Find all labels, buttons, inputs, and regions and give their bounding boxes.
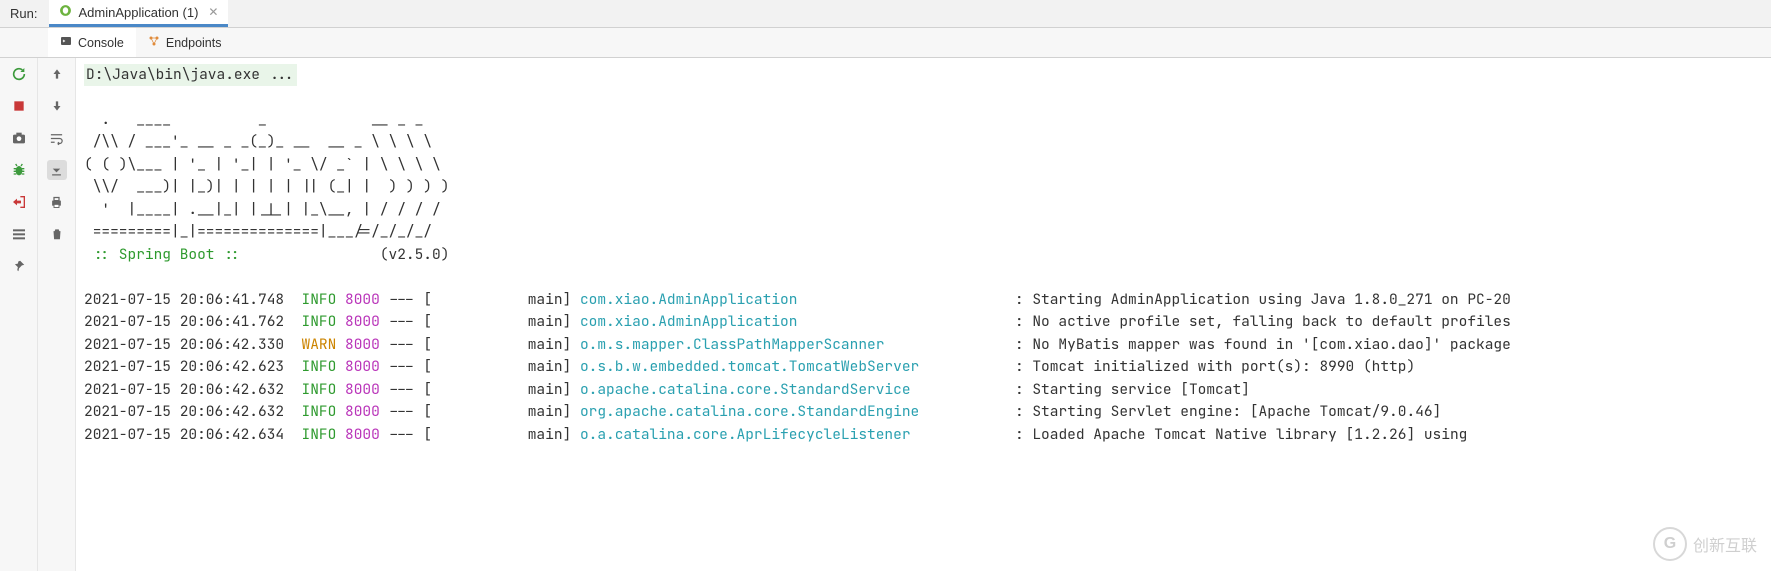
scroll-to-end-button[interactable] <box>47 160 67 180</box>
exit-button[interactable] <box>9 192 29 212</box>
print-button[interactable] <box>47 192 67 212</box>
rerun-button[interactable] <box>9 64 29 84</box>
clear-all-button[interactable] <box>47 224 67 244</box>
spring-boot-icon <box>59 4 72 20</box>
endpoints-icon <box>148 35 160 50</box>
tool-tabs-bar: Console Endpoints <box>0 28 1771 58</box>
config-name: AdminApplication (1) <box>78 5 198 20</box>
layout-settings-button[interactable] <box>9 224 29 244</box>
run-label: Run: <box>10 6 37 21</box>
scroll-up-button[interactable] <box>47 64 67 84</box>
dump-threads-button[interactable] <box>9 128 29 148</box>
tab-endpoints-label: Endpoints <box>166 36 222 50</box>
tab-console[interactable]: Console <box>48 28 136 57</box>
console-icon <box>60 35 72 50</box>
stop-button[interactable] <box>9 96 29 116</box>
console-toolbar <box>38 58 76 571</box>
run-config-tab[interactable]: AdminApplication (1) ✕ <box>49 0 228 27</box>
pin-tab-button[interactable] <box>9 256 29 276</box>
close-tab-icon[interactable]: ✕ <box>208 5 218 19</box>
run-config-bar: Run: AdminApplication (1) ✕ <box>0 0 1771 28</box>
tab-console-label: Console <box>78 36 124 50</box>
soft-wrap-button[interactable] <box>47 128 67 148</box>
console-output[interactable]: D:\Java\bin\java.exe ... . ____ _ __ _ _… <box>76 58 1771 571</box>
attach-debugger-button[interactable] <box>9 160 29 180</box>
scroll-down-button[interactable] <box>47 96 67 116</box>
tab-endpoints[interactable]: Endpoints <box>136 28 234 57</box>
run-toolbar <box>0 58 38 571</box>
